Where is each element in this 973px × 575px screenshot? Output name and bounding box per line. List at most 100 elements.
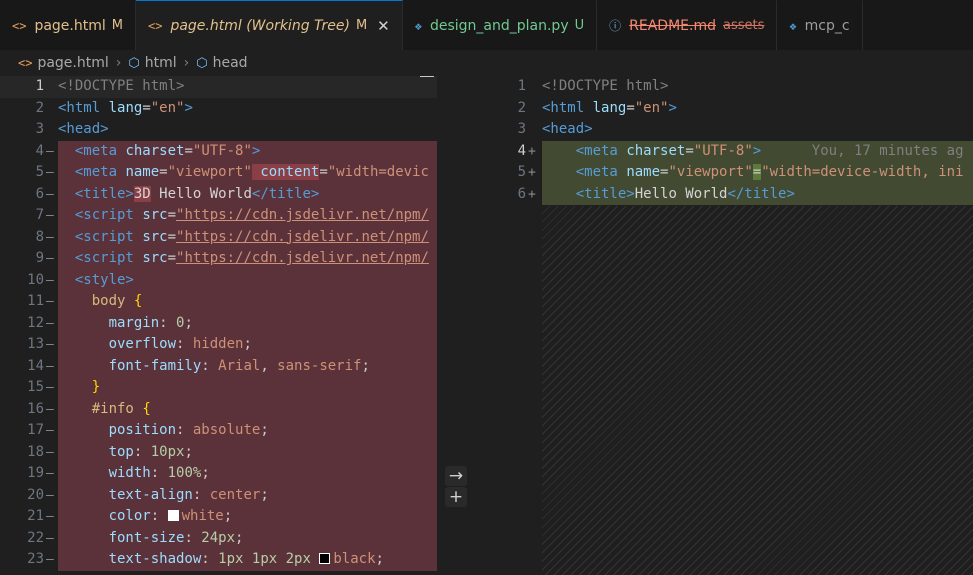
removed-line[interactable]: 21— color: white; — [0, 506, 437, 528]
git-blame-annotation[interactable]: You, 17 minutes ag — [812, 143, 964, 159]
code-line[interactable]: 3 <head> — [0, 119, 437, 141]
code-token: 0 — [176, 314, 185, 331]
line-number: 4 — [35, 142, 44, 159]
line-number: 11 — [27, 293, 44, 309]
arrow-right-icon[interactable]: → — [445, 466, 467, 486]
code-token: "width=devic — [327, 164, 429, 180]
code-link[interactable]: "https://cdn.jsdelivr.net/npm/ — [176, 250, 429, 266]
tab-page-html-working-tree[interactable]: <> page.html (Working Tree) M ✕ — [135, 0, 403, 50]
removed-line[interactable]: 15— } — [0, 377, 437, 399]
tab-label: README.md — [629, 17, 716, 34]
removed-line[interactable]: 5— <meta name="viewport" content="width=… — [0, 162, 437, 184]
code-token: "viewport" — [167, 164, 252, 180]
tab-readme[interactable]: ⓘ README.md assets — [597, 0, 778, 50]
removed-line[interactable]: 13— overflow: hidden; — [0, 334, 437, 356]
diff-empty-region — [542, 206, 973, 575]
line-number: 7 — [35, 207, 44, 223]
line-number: 3 — [517, 121, 526, 137]
breadcrumb-file[interactable]: page.html — [37, 55, 108, 71]
cube-icon: ⬡ — [128, 55, 140, 71]
code-token: font-family — [108, 357, 202, 374]
code-token: Hello World — [150, 185, 252, 202]
close-icon[interactable]: ✕ — [377, 17, 390, 35]
line-number: 2 — [517, 99, 526, 116]
info-icon: ⓘ — [609, 19, 622, 33]
chevron-right-icon: › — [183, 55, 190, 71]
color-swatch-icon[interactable] — [319, 553, 331, 564]
code-link[interactable]: "https://cdn.jsdelivr.net/npm/ — [176, 207, 429, 223]
code-token: #info — [91, 400, 134, 417]
tab-label: page.html (Working Tree) — [170, 17, 350, 34]
removed-line[interactable]: 16— #info { — [0, 398, 437, 420]
modified-editor[interactable]: 1 <!DOCTYPE html> 2 <html lang="en"> 3 <… — [498, 76, 973, 575]
color-swatch-icon[interactable] — [167, 510, 179, 521]
line-number: 21 — [27, 508, 44, 524]
html-file-icon: <> — [147, 18, 163, 33]
code-token: <html — [542, 99, 585, 116]
code-line[interactable]: 2 <html lang="en"> — [498, 98, 973, 120]
breadcrumb-html[interactable]: html — [145, 55, 177, 71]
modified-badge: M — [355, 18, 368, 33]
line-number: 22 — [27, 529, 44, 546]
added-line[interactable]: 5 + <meta name="viewport"="width=device-w… — [498, 162, 973, 184]
removed-line[interactable]: 6— <title>3D Hello World</title> — [0, 183, 437, 205]
line-number: 5 — [35, 164, 44, 180]
removed-line[interactable]: 11— body { — [0, 291, 437, 313]
removed-line[interactable]: 9— <script src="https://cdn.jsdelivr.net… — [0, 248, 437, 270]
code-token: font-size — [108, 529, 185, 546]
tab-label: page.html — [34, 17, 106, 34]
code-token: lang — [592, 99, 627, 116]
code-line[interactable]: 1 <!DOCTYPE html> — [498, 76, 973, 98]
removed-line[interactable]: 22— font-size: 24px; — [0, 527, 437, 549]
tab-page-html[interactable]: <> page.html M — [0, 0, 136, 50]
code-line[interactable]: 3 <head> — [498, 119, 973, 141]
removed-line[interactable]: 18— top: 10px; — [0, 441, 437, 463]
line-number: 13 — [27, 336, 44, 352]
code-link[interactable]: "https://cdn.jsdelivr.net/npm/ — [176, 229, 429, 245]
line-number: 19 — [27, 465, 44, 481]
removed-line[interactable]: 12— margin: 0; — [0, 312, 437, 334]
untracked-badge: U — [574, 18, 585, 33]
line-number: 17 — [27, 422, 44, 438]
code-token: absolute — [192, 422, 261, 438]
line-number: 16 — [27, 400, 44, 417]
tab-label: design_and_plan.py — [429, 17, 569, 34]
code-token: center — [209, 486, 261, 503]
removed-line[interactable]: 19— width: 100%; — [0, 463, 437, 485]
python-file-icon: ❖ — [789, 18, 797, 33]
python-file-icon: ❖ — [414, 18, 422, 33]
code-token: Hello World — [634, 185, 728, 202]
code-token: 3D — [133, 185, 151, 202]
code-token: "en" — [634, 99, 669, 116]
code-token: <head> — [58, 121, 109, 137]
code-line[interactable]: 1 <!DOCTYPE html> — [0, 76, 437, 98]
removed-line[interactable]: 14— font-family: Arial, sans-serif; — [0, 355, 437, 377]
added-line[interactable]: 6 + <title>Hello World</title> — [498, 183, 973, 205]
code-token: width — [108, 465, 151, 481]
removed-line[interactable]: 17— position: absolute; — [0, 420, 437, 442]
line-number: 6 — [517, 185, 526, 202]
removed-line[interactable]: 10— <style> — [0, 269, 437, 291]
tab-mcp[interactable]: ❖ mcp_c — [777, 0, 863, 50]
line-number: 1 — [517, 78, 526, 94]
code-token: "UTF-8" — [693, 142, 753, 159]
removed-line[interactable]: 4— <meta charset="UTF-8"> — [0, 140, 437, 162]
removed-line[interactable]: 7— <script src="https://cdn.jsdelivr.net… — [0, 205, 437, 227]
code-token: 10px — [150, 443, 185, 460]
plus-icon[interactable]: + — [445, 487, 467, 507]
code-token: 1px — [251, 551, 278, 567]
doctype: <!DOCTYPE html> — [58, 78, 185, 94]
diff-actions: → + — [445, 466, 467, 508]
line-number: 5 — [517, 164, 526, 180]
removed-line[interactable]: 20— text-align: center; — [0, 484, 437, 506]
tab-design-and-plan[interactable]: ❖ design_and_plan.py U — [402, 0, 598, 50]
added-line[interactable]: 4 + <meta charset="UTF-8"> You, 17 minute… — [498, 140, 973, 162]
code-token: 100% — [167, 465, 202, 481]
original-editor[interactable]: 1 <!DOCTYPE html> 2 <html lang="en"> 3 <… — [0, 76, 437, 575]
removed-line[interactable]: 23— text-shadow: 1px 1px 2px black; — [0, 549, 437, 571]
line-number: 18 — [27, 443, 44, 460]
code-line[interactable]: 2 <html lang="en"> — [0, 98, 437, 120]
breadcrumb-head[interactable]: head — [213, 55, 248, 71]
removed-line[interactable]: 8— <script src="https://cdn.jsdelivr.net… — [0, 226, 437, 248]
line-number: 4 — [517, 142, 526, 159]
